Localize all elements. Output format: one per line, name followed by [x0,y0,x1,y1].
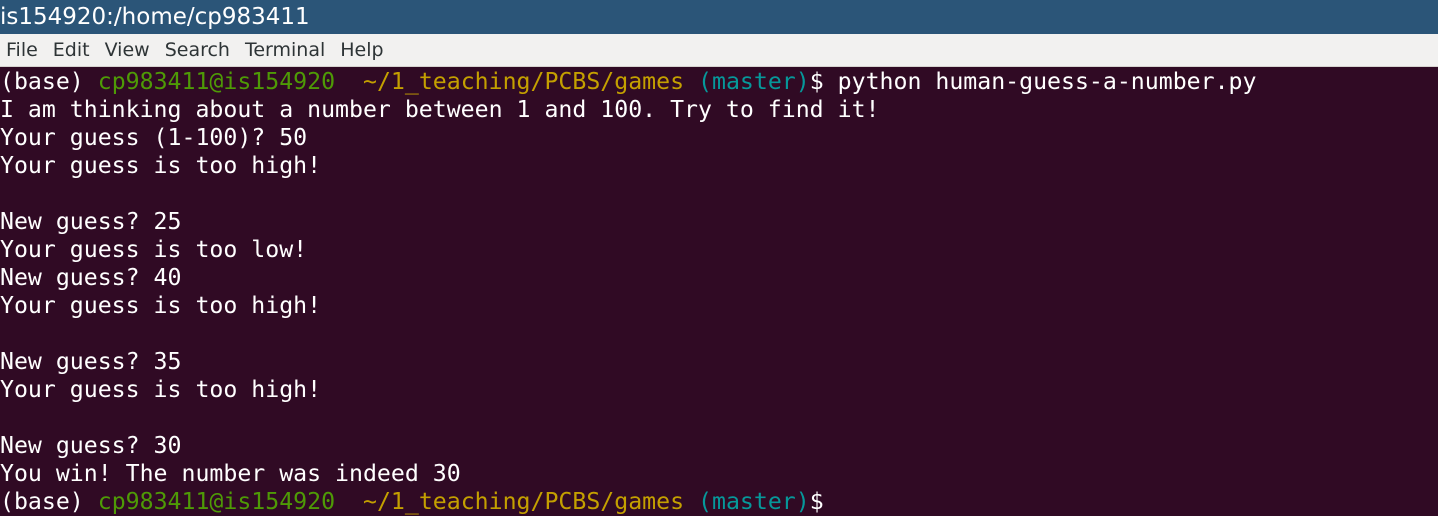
prompt-env: (base) [0,68,98,95]
prompt-line: (base) cp983411@is154920 ~/1_teaching/PC… [0,488,1438,516]
menu-edit[interactable]: Edit [53,34,90,66]
window-title: is154920:/home/cp983411 [0,0,1438,34]
output-line: Your guess is too low! [0,236,308,263]
output-line: I am thinking about a number between 1 a… [0,96,880,123]
menu-terminal[interactable]: Terminal [245,34,325,66]
prompt-symbol: $ [809,488,824,515]
prompt-path: ~/1_teaching/PCBS/games [335,488,685,515]
command: python human-guess-a-number.py [823,68,1257,95]
output-line: You win! The number was indeed 30 [0,460,461,487]
menu-search[interactable]: Search [165,34,230,66]
prompt-branch: (master) [684,488,810,515]
menu-file[interactable]: File [6,34,38,66]
output-line: New guess? 30 [0,432,182,459]
output-line: Your guess is too high! [0,292,322,319]
prompt-line: (base) cp983411@is154920 ~/1_teaching/PC… [0,68,1438,96]
prompt-user-host: cp983411@is154920 [97,68,336,95]
menu-view[interactable]: View [105,34,150,66]
prompt-path: ~/1_teaching/PCBS/games [335,68,685,95]
output-line: Your guess is too high! [0,376,322,403]
output-line: New guess? 35 [0,348,182,375]
prompt-env: (base) [0,488,98,515]
output-line: New guess? 25 [0,208,182,235]
terminal-output[interactable]: (base) cp983411@is154920 ~/1_teaching/PC… [0,67,1438,516]
prompt-symbol: $ [809,68,824,95]
output-line: New guess? 40 [0,264,182,291]
output-line: Your guess (1-100)? 50 [0,124,308,151]
menu-help[interactable]: Help [340,34,383,66]
prompt-branch: (master) [684,68,810,95]
output-line: Your guess is too high! [0,152,322,179]
menu-bar: File Edit View Search Terminal Help [0,34,1438,67]
prompt-user-host: cp983411@is154920 [97,488,336,515]
